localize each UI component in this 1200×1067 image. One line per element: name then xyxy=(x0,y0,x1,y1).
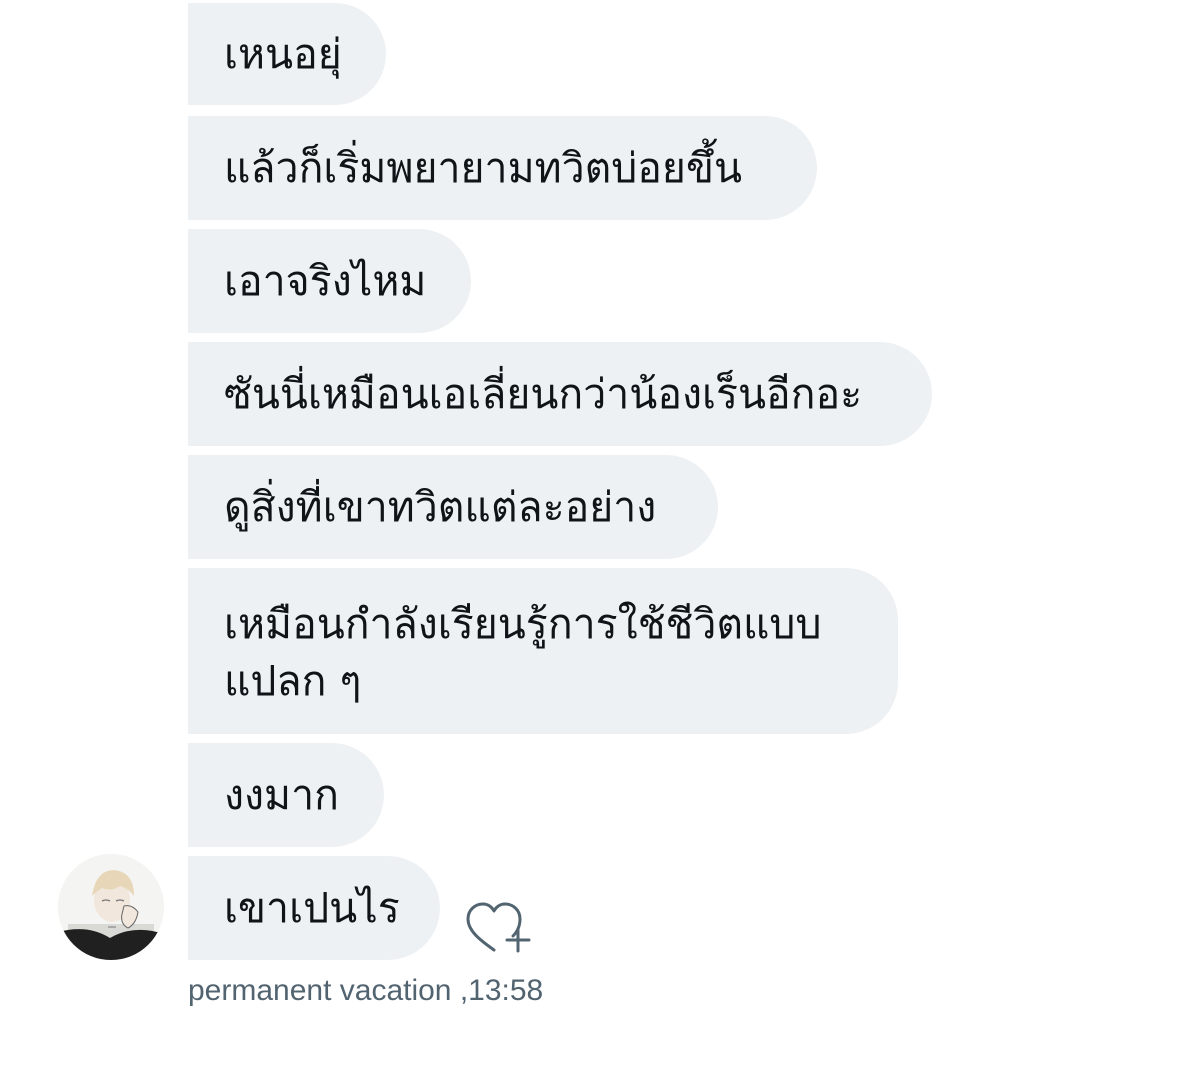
meta-separator: , xyxy=(451,974,469,1007)
avatar[interactable] xyxy=(58,854,164,960)
message-bubble[interactable]: เหนอยุ่ xyxy=(188,3,386,105)
add-reaction-button[interactable] xyxy=(463,898,535,956)
avatar-image xyxy=(58,854,164,960)
message-bubble[interactable]: เอาจริงไหม xyxy=(188,229,471,333)
message-bubble[interactable]: ซันนี่เหมือนเอเลี่ยนกว่าน้องเร็นอีกอะ xyxy=(188,342,932,446)
message-thread: เหนอยุ่ แล้วก็เริ่มพยายามทวิตบ่อยขึ้น เอ… xyxy=(188,0,1188,1067)
message-bubble[interactable]: ดูสิ่งที่เขาทวิตแต่ละอย่าง xyxy=(188,455,718,559)
sender-name: permanent vacation xyxy=(188,974,452,1007)
message-bubble[interactable]: เขาเปนไร xyxy=(188,856,440,960)
message-time: 13:58 xyxy=(468,974,544,1007)
message-meta: permanent vacation ,13:58 xyxy=(188,974,543,1008)
message-bubble[interactable]: งงมาก xyxy=(188,743,384,847)
heart-plus-icon xyxy=(466,902,531,953)
message-bubble[interactable]: แล้วก็เริ่มพยายามทวิตบ่อยขึ้น xyxy=(188,116,817,220)
message-bubble[interactable]: เหมือนกำลังเรียนรู้การใช้ชีวิตแบบแปลก ๆ xyxy=(188,568,898,734)
